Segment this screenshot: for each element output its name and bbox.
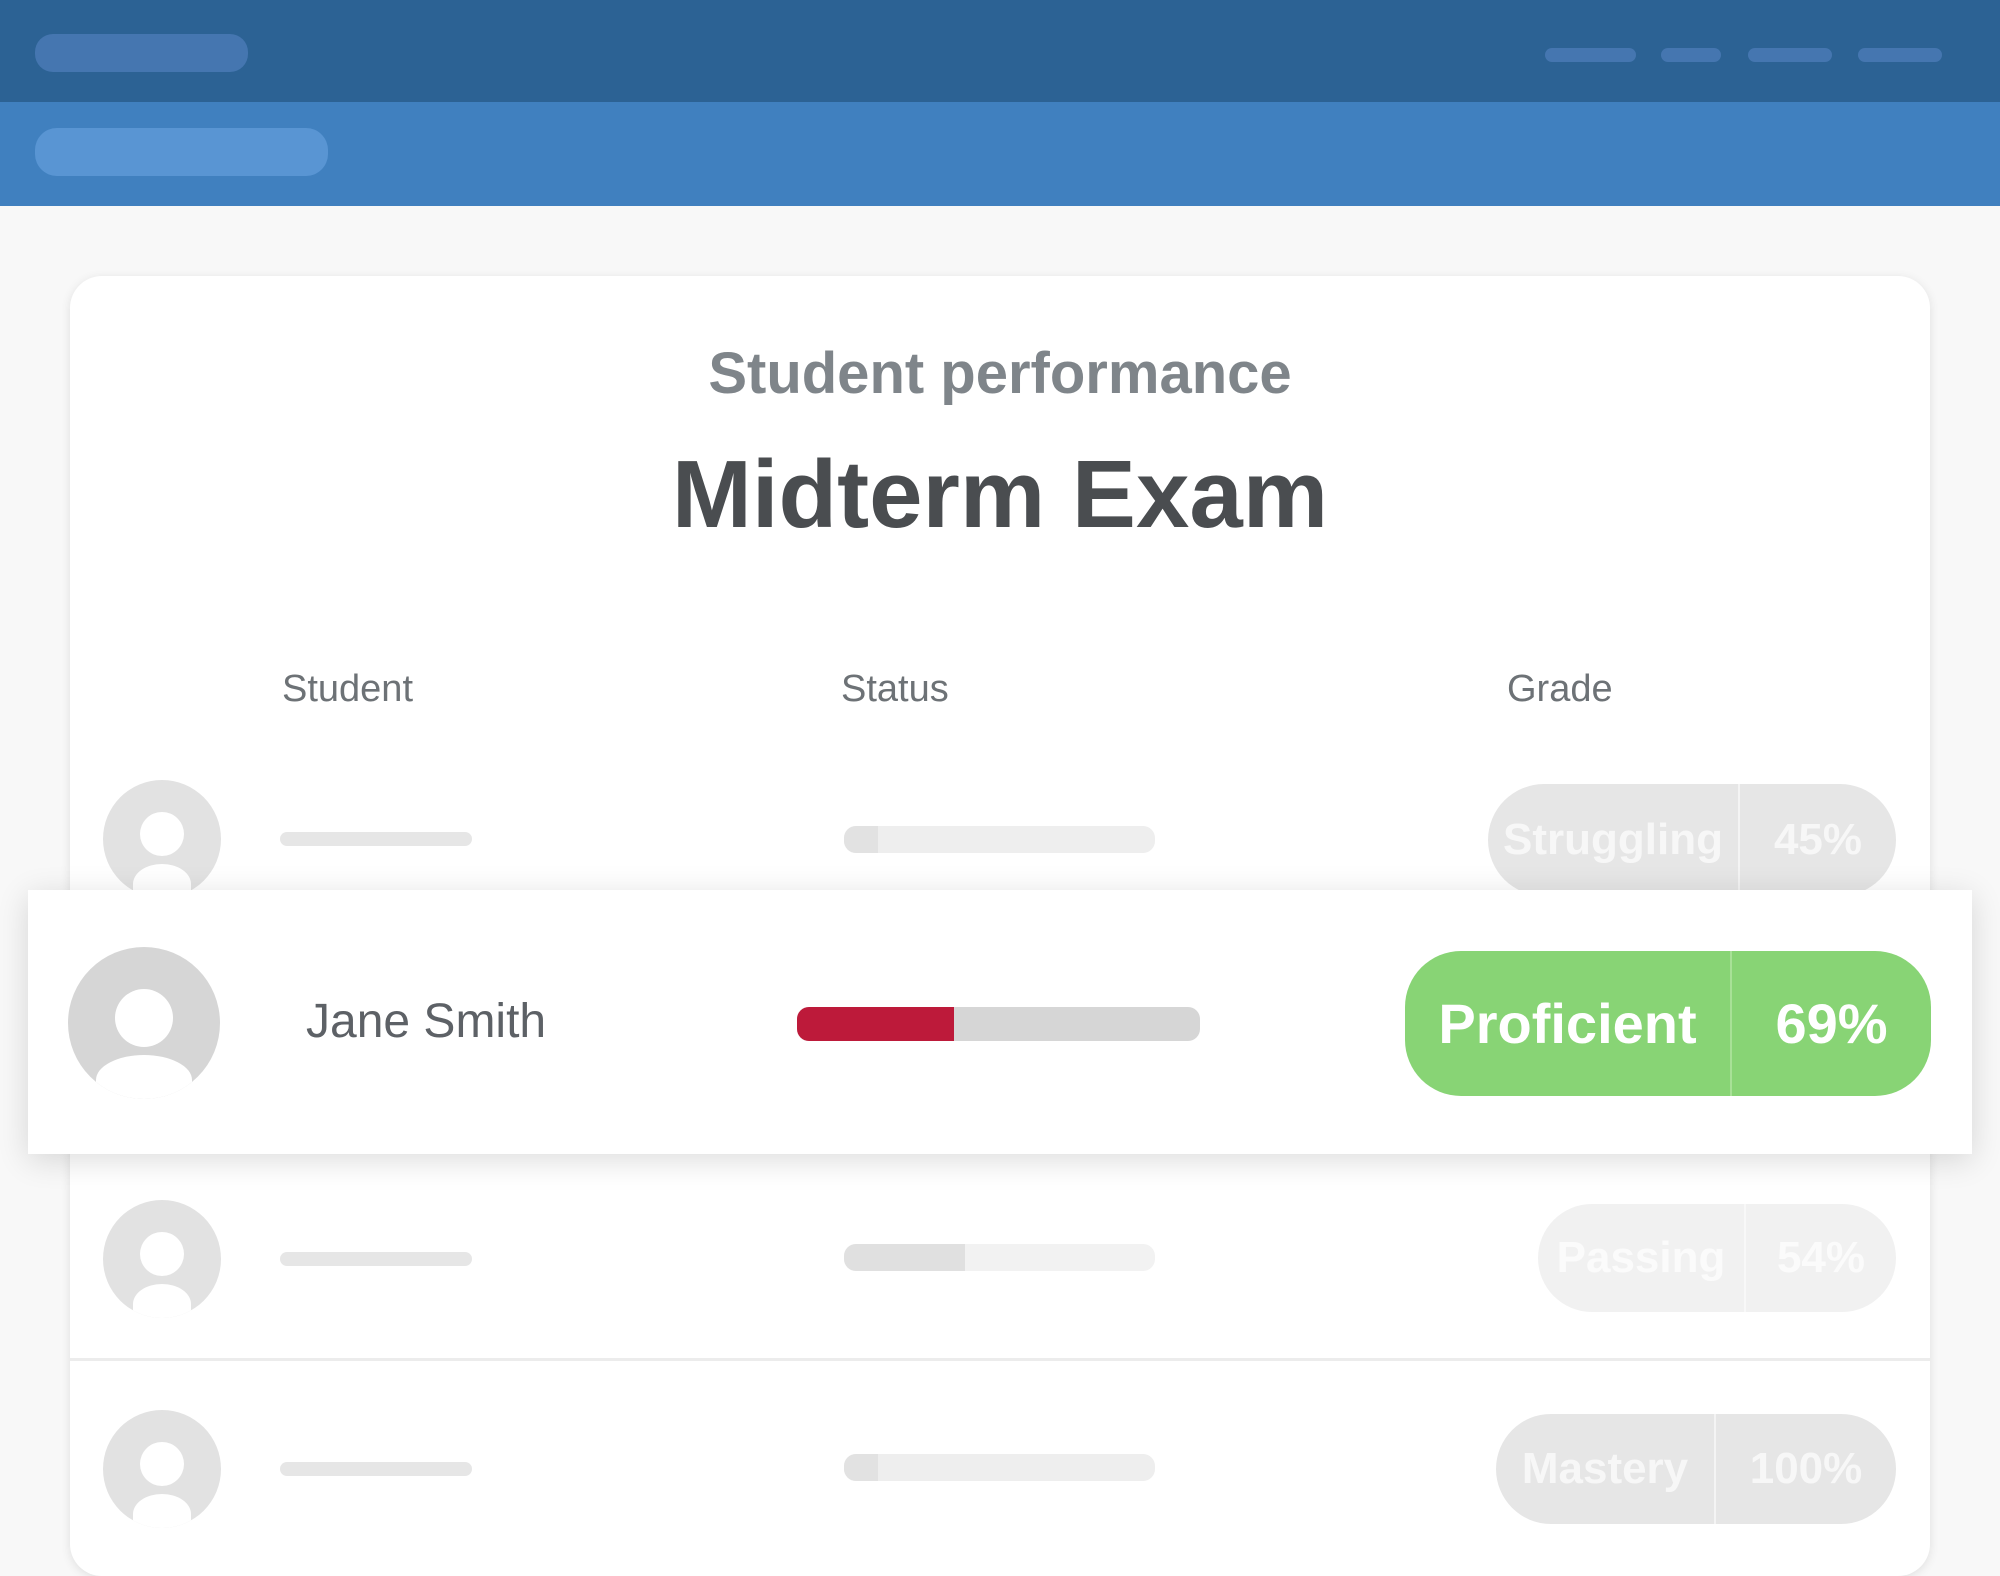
student-name-placeholder: [280, 1462, 472, 1476]
nav-item-2[interactable]: [1661, 48, 1721, 62]
nav-item-3[interactable]: [1748, 48, 1832, 62]
nav-item-4[interactable]: [1858, 48, 1942, 62]
status-progress-fill: [844, 826, 879, 853]
status-progress-fill: [844, 1244, 966, 1271]
column-header-status: Status: [841, 668, 949, 710]
student-name[interactable]: Jane Smith: [306, 994, 546, 1049]
student-name-placeholder: [280, 832, 472, 846]
grade-label: Passing: [1556, 1233, 1726, 1282]
status-progress-bar: [844, 826, 1155, 853]
avatar-icon: [68, 947, 220, 1099]
row-divider: [70, 1358, 1930, 1361]
grade-percent: 69%: [1775, 992, 1888, 1055]
grade-badge: Struggling 45%: [1488, 784, 1896, 896]
avatar-icon: [103, 1200, 221, 1318]
app-logo[interactable]: [35, 34, 248, 72]
student-name-placeholder: [280, 1252, 472, 1266]
sub-nav-bar: [0, 102, 2000, 206]
top-nav-bar: [0, 0, 2000, 102]
report-title: Midterm Exam: [671, 441, 1329, 548]
grade-label: Struggling: [1503, 815, 1723, 864]
avatar-icon: [103, 780, 221, 898]
column-header-grade: Grade: [1507, 668, 1613, 710]
column-header-student: Student: [282, 668, 413, 710]
nav-item-1[interactable]: [1545, 48, 1636, 62]
status-progress-bar: [844, 1454, 1155, 1481]
grade-label: Proficient: [1438, 992, 1697, 1055]
grade-badge: Proficient 69%: [1405, 951, 1931, 1096]
status-progress-fill: [797, 1007, 955, 1041]
avatar-icon: [103, 1410, 221, 1528]
grade-percent: 100%: [1749, 1444, 1863, 1493]
status-progress-bar: [797, 1007, 1200, 1041]
grade-badge: Mastery 100%: [1496, 1414, 1896, 1524]
grade-badge: Passing 54%: [1538, 1204, 1896, 1312]
grade-percent: 54%: [1776, 1233, 1866, 1282]
status-progress-bar: [844, 1244, 1155, 1271]
breadcrumb[interactable]: [35, 128, 328, 176]
grade-label: Mastery: [1521, 1444, 1689, 1493]
grade-percent: 45%: [1773, 815, 1863, 864]
report-subtitle: Student performance: [708, 341, 1292, 406]
status-progress-fill: [844, 1454, 879, 1481]
